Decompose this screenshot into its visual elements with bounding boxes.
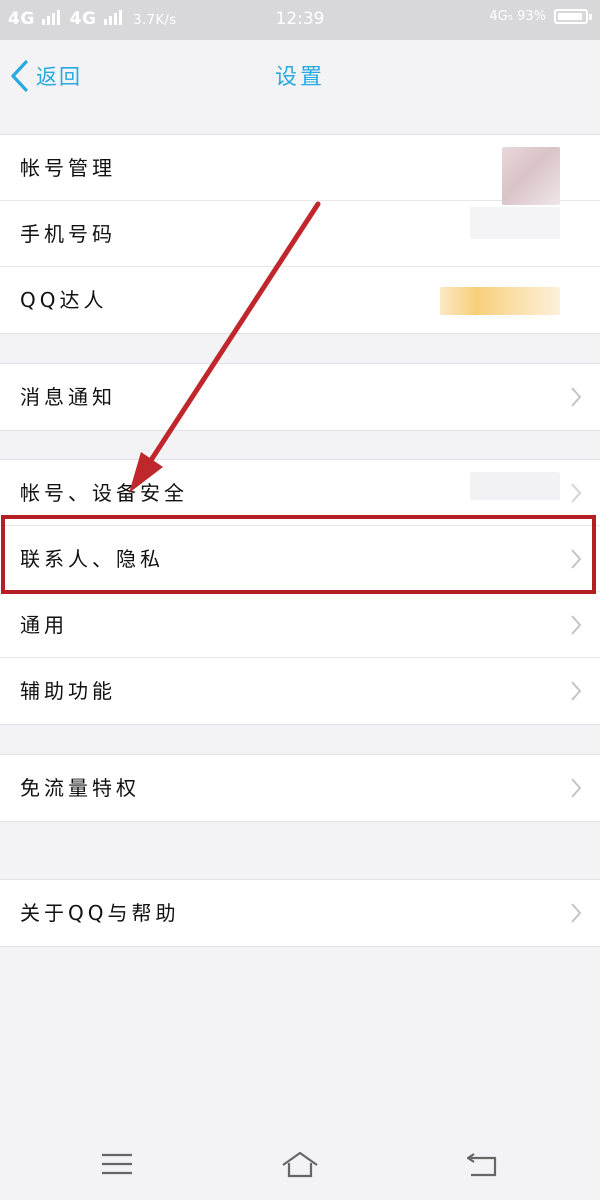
row-label: 消息通知 (20, 385, 116, 409)
row-label: 关于QQ与帮助 (20, 901, 180, 925)
row-accessibility[interactable]: 辅助功能 (0, 658, 600, 724)
battery-icon (554, 9, 592, 24)
status-bar: 4G 4G 3.7K/s 12:39 4G₅ 93% (0, 0, 600, 40)
chevron-right-icon (571, 778, 582, 798)
security-status-blurred (470, 472, 560, 500)
system-nav-bar (0, 1128, 600, 1200)
row-general[interactable]: 通用 (0, 592, 600, 658)
settings-group-security: 帐号、设备安全 联系人、隐私 通用 辅助功能 (0, 459, 600, 725)
status-right: 4G₅ 93% (489, 9, 592, 24)
row-phone-number[interactable]: 手机号码 (0, 201, 600, 267)
row-about-help[interactable]: 关于QQ与帮助 (0, 880, 600, 946)
chevron-right-icon (571, 549, 582, 569)
chevron-right-icon (571, 483, 582, 503)
row-label: 帐号、设备安全 (20, 481, 188, 505)
row-qq-expert[interactable]: QQ达人 (0, 267, 600, 333)
row-contacts-privacy[interactable]: 联系人、隐私 (0, 526, 600, 592)
row-label: 辅助功能 (20, 679, 116, 703)
row-label: 手机号码 (20, 222, 116, 246)
settings-group-about: 关于QQ与帮助 (0, 879, 600, 947)
back-nav-icon[interactable] (463, 1148, 503, 1180)
phone-value-blurred (470, 207, 560, 239)
row-label: 通用 (20, 613, 68, 637)
page-title: 设置 (274, 65, 325, 90)
row-free-data[interactable]: 免流量特权 (0, 755, 600, 821)
qq-expert-badges (440, 287, 560, 315)
home-icon[interactable] (280, 1148, 320, 1180)
row-label: QQ达人 (20, 288, 108, 312)
settings-group-data: 免流量特权 (0, 754, 600, 822)
settings-group-account: 帐号管理 手机号码 QQ达人 (0, 134, 600, 334)
row-account-management[interactable]: 帐号管理 (0, 135, 600, 205)
avatar-thumbnail (502, 147, 560, 205)
chevron-right-icon (571, 681, 582, 701)
chevron-right-icon (571, 615, 582, 635)
status-right-info: 4G₅ 93% (489, 9, 546, 24)
row-label: 免流量特权 (20, 776, 140, 800)
row-message-notification[interactable]: 消息通知 (0, 364, 600, 430)
row-label: 帐号管理 (20, 156, 116, 180)
nav-bar: 返回 设置 (0, 40, 600, 112)
row-label: 联系人、隐私 (20, 547, 164, 571)
menu-icon[interactable] (97, 1148, 137, 1180)
chevron-right-icon (571, 387, 582, 407)
row-account-device-security[interactable]: 帐号、设备安全 (0, 460, 600, 526)
settings-group-notification: 消息通知 (0, 363, 600, 431)
chevron-right-icon (571, 903, 582, 923)
